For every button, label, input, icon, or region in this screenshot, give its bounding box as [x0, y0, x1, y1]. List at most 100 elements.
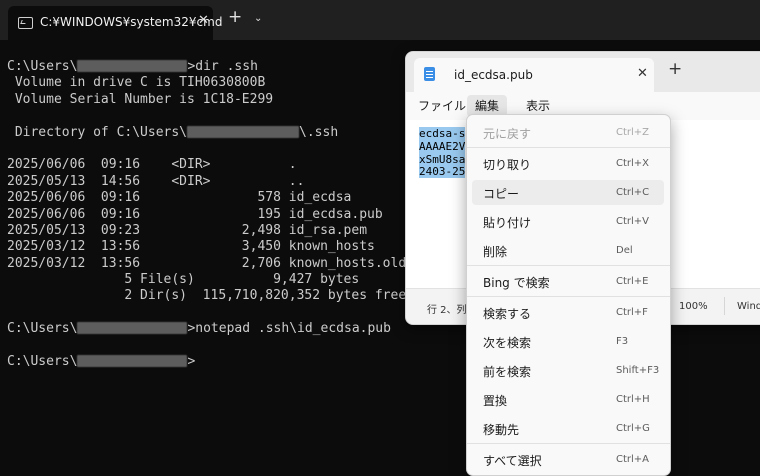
notepad-tab-title: id_ecdsa.pub: [454, 68, 533, 82]
menu-item-label: 貼り付け: [483, 216, 532, 230]
selected-text: AAAAE2V: [419, 139, 466, 153]
context-menu-item[interactable]: 置換 Ctrl+H: [472, 387, 664, 412]
terminal-line: 2025/03/12 13:56 3,450 known_hosts: [7, 239, 406, 255]
notepad-tab[interactable]: id_ecdsa.pub ✕: [414, 58, 654, 92]
terminal-line: 2025/05/13 09:23 2,498 id_rsa.pem: [7, 223, 406, 239]
selected-text: 2403-25: [419, 165, 466, 179]
context-menu-item[interactable]: Bing で検索 Ctrl+E: [472, 269, 664, 294]
context-menu-item: 元に戻す Ctrl+Z: [472, 120, 664, 145]
context-menu-item[interactable]: 貼り付け Ctrl+V: [472, 209, 664, 234]
menu-item-label: 削除: [483, 245, 508, 259]
menu-item-shortcut: Ctrl+C: [616, 187, 650, 198]
menu-item-shortcut: Ctrl+E: [616, 276, 649, 287]
terminal-line: Volume Serial Number is 1C18-E299: [7, 92, 406, 108]
menu-item-shortcut: Ctrl+Z: [616, 127, 650, 138]
terminal-text: 5 File(s) 9,427 bytes: [7, 272, 360, 288]
chevron-down-icon[interactable]: ⌄: [254, 13, 262, 24]
context-menu-item[interactable]: 検索する Ctrl+F: [472, 300, 664, 325]
terminal-line: 2025/03/12 13:56 2,706 known_hosts.old: [7, 256, 406, 272]
context-menu-item[interactable]: 前を検索 Shift+F3: [472, 358, 664, 383]
new-tab-button[interactable]: +: [228, 9, 242, 26]
terminal-text: 2025/05/13 09:23 2,498 id_rsa.pem: [7, 222, 368, 238]
terminal-text: 2025/06/06 09:16 578 id_ecdsa: [7, 190, 352, 206]
menu-separator: [467, 443, 670, 444]
menu-item-shortcut: Ctrl+F: [616, 307, 648, 318]
terminal-text: \.ssh: [299, 124, 339, 140]
close-icon[interactable]: ✕: [198, 13, 209, 28]
terminal-text: C:\Users\: [7, 321, 78, 337]
status-divider: [724, 297, 725, 315]
terminal-text: Volume in drive C is TIH0630800B: [7, 75, 266, 91]
terminal-line: 5 File(s) 9,427 bytes: [7, 272, 406, 288]
terminal-text: 2025/03/12 13:56 3,450 known_hosts: [7, 239, 375, 255]
menu-separator: [467, 265, 670, 266]
terminal-line: 2025/06/06 09:16 578 id_ecdsa: [7, 190, 406, 206]
terminal-tab-bar: C:¥WINDOWS¥system32¥cmd ✕ + ⌄: [0, 0, 760, 40]
terminal-line: Volume in drive C is TIH0630800B: [7, 75, 406, 91]
zoom-level[interactable]: 100%: [679, 301, 708, 312]
notepad-icon: [424, 67, 435, 81]
terminal-text: C:\Users\: [7, 59, 78, 74]
terminal-line: 2025/05/13 14:56 <DIR> ..: [7, 174, 406, 190]
context-menu-item[interactable]: 切り取り Ctrl+X: [472, 151, 664, 176]
menu-item-shortcut: F3: [616, 336, 629, 347]
context-menu-item[interactable]: すべて選択 Ctrl+A: [472, 447, 664, 472]
terminal-line: Directory of C:\Users\ \.ssh: [7, 125, 406, 141]
terminal-line: C:\Users\ >notepad .ssh\id_ecdsa.pub: [7, 321, 406, 337]
menu-item-label: 前を検索: [483, 365, 532, 379]
line-ending[interactable]: Wind: [737, 301, 760, 312]
menu-item-shortcut: Ctrl+A: [616, 454, 650, 465]
menu-file[interactable]: ファイル: [410, 95, 474, 117]
menu-item-label: 切り取り: [483, 158, 532, 172]
terminal-line: C:\Users\ >dir .ssh: [7, 59, 406, 75]
terminal-tab[interactable]: C:¥WINDOWS¥system32¥cmd ✕: [8, 6, 222, 40]
context-menu-item[interactable]: 次を検索 F3: [472, 329, 664, 354]
redacted-username: [77, 355, 188, 368]
terminal-tab-title: C:¥WINDOWS¥system32¥cmd: [40, 15, 223, 29]
command-prompt-icon: [18, 17, 33, 29]
menu-item-shortcut: Shift+F3: [616, 365, 660, 376]
notepad-title-bar: id_ecdsa.pub ✕ +: [406, 52, 760, 92]
redacted-username: [77, 60, 188, 72]
redacted-username: [77, 322, 188, 335]
terminal-text: Volume Serial Number is 1C18-E299: [7, 91, 274, 107]
menu-item-shortcut: Ctrl+H: [616, 394, 650, 405]
menu-item-shortcut: Ctrl+V: [616, 216, 650, 227]
menu-item-shortcut: Ctrl+G: [616, 423, 650, 434]
context-menu-item[interactable]: 削除 Del: [472, 238, 664, 263]
terminal-text: 2025/06/06 09:16 195 id_ecdsa.pub: [7, 206, 383, 222]
context-menu-item[interactable]: 移動先 Ctrl+G: [472, 416, 664, 441]
menu-separator: [467, 147, 670, 148]
menu-item-label: 検索する: [483, 307, 532, 321]
terminal-output[interactable]: C:\Users\ >dir .ssh Volume in drive C is …: [7, 59, 406, 370]
menu-item-label: すべて選択: [483, 454, 542, 468]
redacted-username: [187, 125, 300, 138]
context-menu-item[interactable]: コピー Ctrl+C: [472, 180, 664, 205]
terminal-text: >dir .ssh: [187, 59, 258, 74]
terminal-text: 2 Dir(s) 115,710,820,352 bytes free: [7, 288, 407, 304]
selected-text: ecdsa-s: [419, 127, 466, 140]
menu-item-label: 元に戻す: [483, 127, 532, 141]
menu-item-label: 次を検索: [483, 336, 532, 350]
terminal-text: 2025/06/06 09:16 <DIR> .: [7, 157, 297, 173]
terminal-line: 2025/06/06 09:16 195 id_ecdsa.pub: [7, 207, 406, 223]
terminal-text: Directory of C:\Users\: [7, 124, 188, 140]
terminal-text: >: [187, 354, 196, 370]
terminal-line: 2 Dir(s) 115,710,820,352 bytes free: [7, 288, 406, 304]
menu-item-label: 移動先: [483, 423, 520, 437]
new-tab-button[interactable]: +: [668, 61, 682, 78]
terminal-text: 2025/05/13 14:56 <DIR> ..: [7, 173, 305, 189]
selected-text: xSmU8sa: [419, 152, 466, 166]
close-icon[interactable]: ✕: [637, 66, 648, 81]
terminal-line: 2025/06/06 09:16 <DIR> .: [7, 157, 406, 173]
terminal-text: C:\Users\: [7, 354, 78, 370]
terminal-text: 2025/03/12 13:56 2,706 known_hosts.old: [7, 255, 407, 271]
menu-item-shortcut: Ctrl+X: [616, 158, 650, 169]
menu-item-label: Bing で検索: [483, 276, 550, 290]
terminal-text: >notepad .ssh\id_ecdsa.pub: [187, 321, 391, 337]
menu-item-shortcut: Del: [616, 245, 633, 256]
